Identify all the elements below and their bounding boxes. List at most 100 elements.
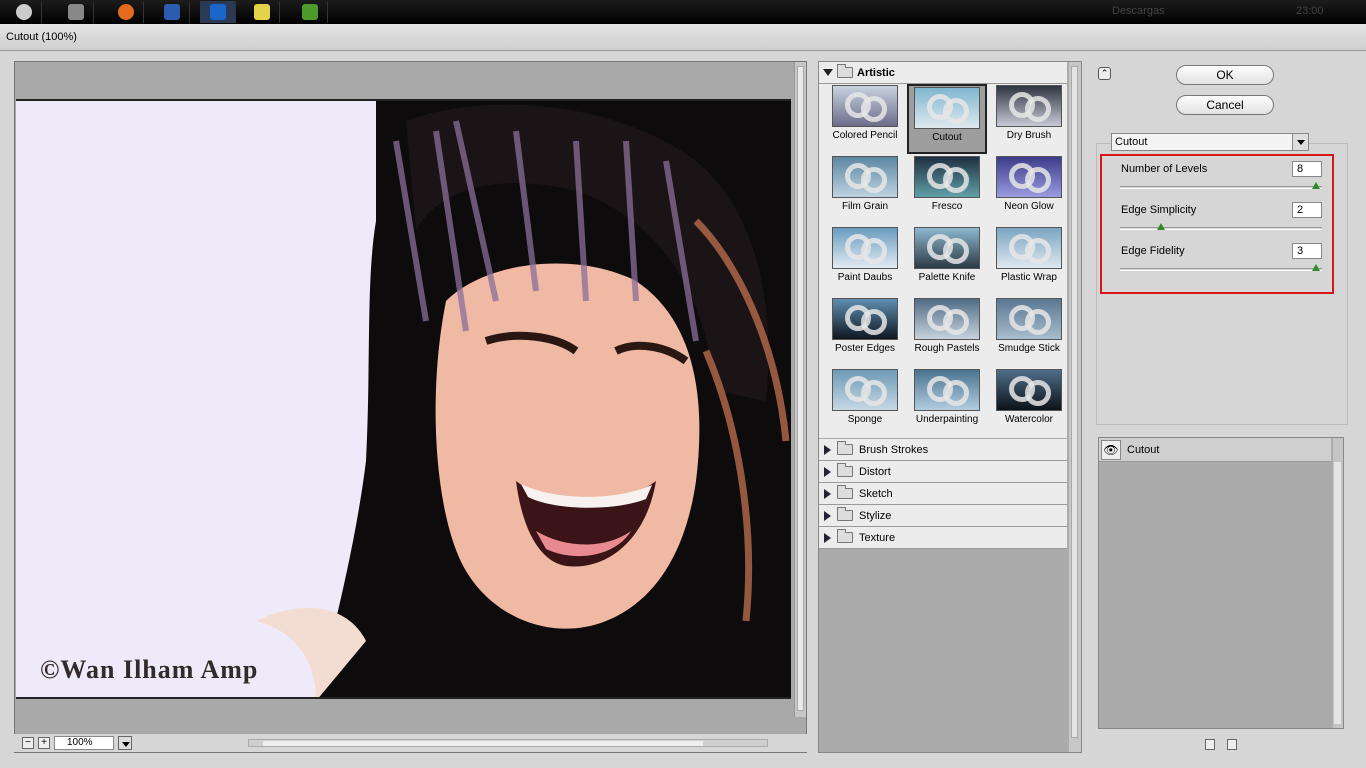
filter-thumb-palette-knife[interactable]: Palette Knife — [907, 226, 987, 296]
expand-right-icon — [824, 532, 831, 543]
tray-language[interactable]: Descargas — [1112, 5, 1165, 17]
filter-thumb-label: Paint Daubs — [837, 272, 893, 283]
filter-preview-image — [832, 156, 898, 198]
firefox-icon[interactable] — [108, 1, 144, 23]
category-texture[interactable]: Texture — [819, 527, 1067, 549]
filter-list-scrollbar[interactable] — [1069, 62, 1081, 752]
delete-effect-layer-icon[interactable] — [1227, 739, 1237, 750]
filter-thumb-label: Neon Glow — [1004, 201, 1054, 212]
photoshop-icon[interactable] — [200, 1, 236, 23]
cancel-button[interactable]: Cancel — [1176, 95, 1274, 115]
filter-thumb-label: Underpainting — [915, 414, 979, 425]
effect-layer-row[interactable]: 👁 Cutout — [1099, 438, 1331, 462]
collapse-gallery-button[interactable]: ⌃ — [1098, 67, 1111, 80]
filter-preview-image — [914, 87, 980, 129]
watermark: ©Wan Ilham Amp — [40, 655, 259, 684]
filter-gallery-panel: Artistic Colored Pencil Cutout Dry Brush Fi… — [818, 61, 1082, 753]
filter-thumb-sponge[interactable]: Sponge — [825, 368, 905, 438]
expand-right-icon — [824, 466, 831, 477]
folder-icon — [837, 441, 853, 455]
folder-icon — [837, 463, 853, 477]
filter-preview-image — [832, 227, 898, 269]
filter-thumb-label: Watercolor — [1005, 414, 1053, 425]
filter-thumb-cutout[interactable]: Cutout — [907, 84, 987, 154]
trash-icon[interactable] — [58, 1, 94, 23]
filter-thumb-underpainting[interactable]: Underpainting — [907, 368, 987, 438]
expand-right-icon — [824, 510, 831, 521]
filter-preview-image — [996, 298, 1062, 340]
chevron-down-icon — [1292, 134, 1308, 150]
expand-down-icon — [823, 69, 833, 76]
folder-icon — [837, 507, 853, 521]
category-distort[interactable]: Distort — [819, 461, 1067, 483]
category-brush-strokes[interactable]: Brush Strokes — [819, 439, 1067, 461]
notes-icon[interactable] — [244, 1, 280, 23]
filter-select[interactable]: Cutout — [1111, 133, 1309, 151]
category-label: Artistic — [857, 66, 895, 79]
preview-vertical-scrollbar[interactable] — [794, 62, 806, 717]
filter-preview-image — [832, 369, 898, 411]
filter-thumb-label: Palette Knife — [918, 272, 976, 283]
filter-thumb-paint-daubs[interactable]: Paint Daubs — [825, 226, 905, 296]
filter-select-value: Cutout — [1115, 136, 1148, 148]
filter-thumb-label: Smudge Stick — [998, 343, 1060, 354]
preview-image[interactable]: ©Wan Ilham Amp — [16, 99, 791, 699]
filter-thumb-plastic-wrap[interactable]: Plastic Wrap — [989, 226, 1069, 296]
filter-thumb-smudge-stick[interactable]: Smudge Stick — [989, 297, 1069, 367]
filter-thumb-label: Film Grain — [841, 201, 889, 212]
taskbar: Descargas 23:00 — [0, 0, 1366, 24]
category-label: Distort — [859, 465, 891, 478]
filter-preview-image — [832, 85, 898, 127]
filter-preview-image — [996, 156, 1062, 198]
zoom-out-button[interactable]: − — [22, 737, 34, 749]
filter-thumb-fresco[interactable]: Fresco — [907, 155, 987, 225]
category-label: Stylize — [859, 509, 892, 522]
filter-preview-image — [914, 369, 980, 411]
expand-right-icon — [824, 488, 831, 499]
ok-button[interactable]: OK — [1176, 65, 1274, 85]
filter-thumb-label: Sponge — [847, 414, 883, 425]
window-title: Cutout (100%) — [0, 24, 1366, 51]
filter-thumb-poster-edges[interactable]: Poster Edges — [825, 297, 905, 367]
filter-thumb-watercolor[interactable]: Watercolor — [989, 368, 1069, 438]
filter-thumb-rough-pastels[interactable]: Rough Pastels — [907, 297, 987, 367]
portrait-cutout-image — [16, 101, 791, 697]
zoom-level-field[interactable]: 100% — [54, 736, 114, 750]
filter-preview-image — [996, 369, 1062, 411]
folder-icon — [837, 64, 853, 78]
app-icon[interactable] — [292, 1, 328, 23]
filter-thumb-dry-brush[interactable]: Dry Brush — [989, 84, 1069, 154]
filter-thumb-colored-pencil[interactable]: Colored Pencil — [825, 84, 905, 154]
filter-thumb-film-grain[interactable]: Film Grain — [825, 155, 905, 225]
filter-preview-image — [914, 227, 980, 269]
filter-thumb-label: Plastic Wrap — [1001, 272, 1057, 283]
filter-preview-image — [914, 156, 980, 198]
preview-panel: ©Wan Ilham Amp — [14, 61, 807, 753]
filter-preview-image — [996, 227, 1062, 269]
filter-thumb-label: Poster Edges — [834, 343, 896, 354]
filter-thumb-label: Colored Pencil — [832, 130, 898, 141]
folder-icon — [837, 485, 853, 499]
category-sketch[interactable]: Sketch — [819, 483, 1067, 505]
apple-icon[interactable] — [6, 1, 42, 23]
category-label: Texture — [859, 531, 896, 544]
category-stylize[interactable]: Stylize — [819, 505, 1067, 527]
zoom-in-button[interactable]: + — [38, 737, 50, 749]
filter-thumb-label: Fresco — [931, 201, 963, 212]
preview-horizontal-scrollbar[interactable] — [248, 739, 768, 747]
word-icon[interactable] — [154, 1, 190, 23]
category-label: Brush Strokes — [859, 443, 929, 456]
category-artistic-header[interactable]: Artistic — [819, 62, 1067, 84]
zoom-dropdown-button[interactable] — [118, 736, 132, 750]
category-artistic: Artistic Colored Pencil Cutout Dry Brush Fi… — [819, 62, 1067, 438]
filter-thumb-label: Cutout — [932, 132, 962, 143]
layers-scrollbar[interactable] — [1333, 438, 1343, 728]
annotation-highlight-box — [1100, 154, 1334, 294]
new-effect-layer-icon[interactable] — [1205, 739, 1215, 750]
filter-thumb-neon-glow[interactable]: Neon Glow — [989, 155, 1069, 225]
eye-icon[interactable]: 👁 — [1101, 439, 1121, 460]
effect-layer-label: Cutout — [1127, 443, 1160, 456]
filter-preview-image — [914, 298, 980, 340]
category-label: Sketch — [859, 487, 893, 500]
filter-thumbnail-grid: Colored Pencil Cutout Dry Brush Film Grain F… — [825, 84, 1065, 434]
